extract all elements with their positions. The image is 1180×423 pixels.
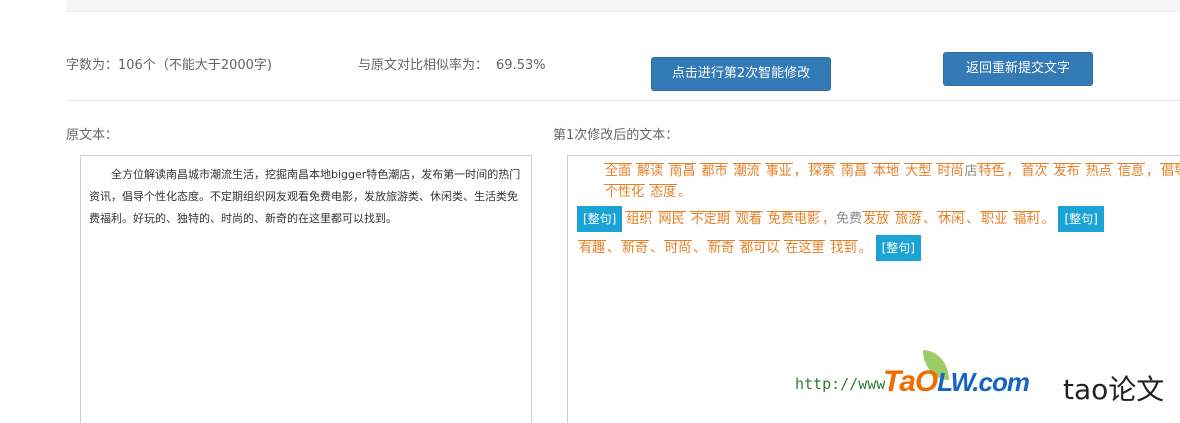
whole-sentence-tag[interactable]: [整句] xyxy=(1058,206,1104,232)
top-panel xyxy=(66,0,1180,12)
changed-word: 找到 xyxy=(829,239,858,256)
changed-word: 事业 xyxy=(764,163,793,179)
changed-word: 个性化 xyxy=(604,184,646,200)
back-resubmit-button[interactable]: 返回重新提交文字 xyxy=(943,52,1093,86)
modified-text-label: 第1次修改后的文本： xyxy=(553,128,679,143)
changed-word: 首次 xyxy=(1020,163,1049,179)
watermark-url: http://www. xyxy=(795,375,895,393)
changed-word: 新奇 xyxy=(621,239,650,256)
word-count-value: 106个（不能大于2000字) xyxy=(118,58,272,73)
changed-word: 有趣 xyxy=(578,239,607,256)
changed-word: 时尚 xyxy=(664,239,693,256)
changed-word: 网民 xyxy=(657,210,686,227)
changed-word: 职业 xyxy=(980,210,1009,227)
changed-word: 时尚 xyxy=(936,163,965,179)
modified-line-4-words: 有趣、新奇、时尚、新奇 都可以 在这里 找到。 xyxy=(578,239,873,256)
original-text-label: 原文本： xyxy=(66,128,119,143)
similarity-label: 与原文对比相似率为： xyxy=(358,58,489,73)
divider xyxy=(66,100,1180,101)
changed-word: 免费电影 xyxy=(767,210,822,227)
second-modify-button[interactable]: 点击进行第2次智能修改 xyxy=(651,57,831,91)
unchanged-word: 店 xyxy=(964,164,978,179)
punctuation: 、 xyxy=(607,240,621,256)
watermark-logo: http://www. TaOLW.com tao论文 xyxy=(795,350,1175,412)
modified-line-4: 有趣、新奇、时尚、新奇 都可以 在这里 找到。 [整句] xyxy=(578,235,1180,261)
punctuation: 、 xyxy=(650,240,664,256)
watermark-brand: TaOLW.com xyxy=(883,365,1030,399)
whole-sentence-tag[interactable]: [整句] xyxy=(577,206,623,232)
changed-word: 潮流 xyxy=(732,163,761,179)
word-space xyxy=(825,241,829,256)
punctuation: 。 xyxy=(1041,211,1055,227)
changed-word: 本地 xyxy=(872,163,901,179)
changed-word: 解读 xyxy=(636,163,665,179)
word-count-label: 字数为： xyxy=(66,58,119,73)
changed-word: 福利 xyxy=(1012,210,1041,227)
changed-word: 发放 xyxy=(862,210,891,227)
similarity-stat: 与原文对比相似率为： 69.53% xyxy=(358,54,546,73)
modified-line-3: [整句] 组织 网民 不定期 观看 免费电影 ，免费发放 旅游、休闲、职业 福利。[… xyxy=(577,206,1180,232)
similarity-value: 69.53% xyxy=(496,58,546,73)
original-text: 全方位解读南昌城市潮流生活，挖掘南昌本地bigger特色潮店，发布第一时间的热门… xyxy=(89,168,521,225)
modified-line-1: 全面 解读 南昌 都市 潮流 事业，探索 南昌 本地 大型 时尚店特色，首次 发… xyxy=(578,161,1180,183)
punctuation: ， xyxy=(822,211,836,227)
punctuation: ， xyxy=(1145,164,1159,179)
punctuation: ， xyxy=(793,164,807,179)
changed-word: 休闲 xyxy=(937,210,966,227)
punctuation: 。 xyxy=(858,240,872,256)
punctuation: 、 xyxy=(923,211,937,227)
original-text-box[interactable]: 全方位解读南昌城市潮流生活，挖掘南昌本地bigger特色潮店，发布第一时间的热门… xyxy=(80,155,532,423)
changed-word: 在这里 xyxy=(784,239,826,256)
changed-word: 不定期 xyxy=(689,210,731,227)
changed-word: 组织 xyxy=(625,210,654,227)
changed-word: 都市 xyxy=(700,163,729,179)
changed-word: 探索 xyxy=(807,163,836,179)
punctuation: 、 xyxy=(693,240,707,256)
changed-word: 南昌 xyxy=(839,163,868,179)
word-count-stat: 字数为：106个（不能大于2000字) xyxy=(66,54,272,73)
changed-word: 都可以 xyxy=(739,239,781,256)
changed-word: 观看 xyxy=(734,210,763,227)
word-space xyxy=(653,212,657,227)
changed-word: 新奇 xyxy=(707,239,736,256)
modified-line-2: 个性化 态度。 xyxy=(578,182,1180,204)
changed-word: 特色 xyxy=(977,163,1006,179)
watermark-brand-tao: TaO xyxy=(883,365,938,398)
changed-word: 热点 xyxy=(1084,163,1113,179)
changed-word: 大型 xyxy=(904,163,933,179)
changed-word: 南昌 xyxy=(668,163,697,179)
changed-word: 倡导 xyxy=(1160,163,1180,179)
changed-word: 态度 xyxy=(649,184,678,200)
changed-word: 全面 xyxy=(604,163,633,179)
changed-word: 信息 xyxy=(1116,163,1145,179)
modified-line-3-words: 组织 网民 不定期 观看 免费电影 ，免费发放 旅游、休闲、职业 福利。 xyxy=(625,210,1055,227)
changed-word: 发布 xyxy=(1052,163,1081,179)
watermark-cn: tao论文 xyxy=(1063,373,1165,406)
punctuation: ， xyxy=(1006,164,1020,179)
watermark-brand-lw: LW.com xyxy=(937,367,1030,397)
unchanged-word: 免费 xyxy=(836,211,863,227)
whole-sentence-tag[interactable]: [整句] xyxy=(875,235,921,261)
punctuation: 。 xyxy=(678,185,692,200)
changed-word: 旅游 xyxy=(894,210,923,227)
word-space xyxy=(728,164,732,179)
punctuation: 、 xyxy=(966,211,980,227)
